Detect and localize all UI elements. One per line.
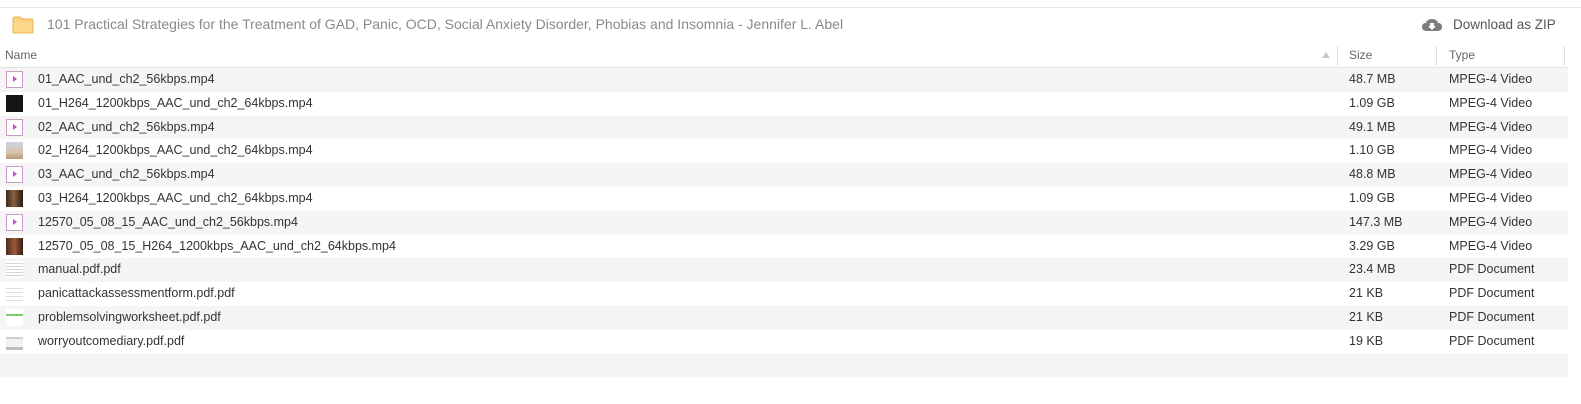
column-resize-handle[interactable] bbox=[1436, 46, 1437, 66]
video-thumbnail-icon bbox=[6, 189, 23, 207]
file-size: 1.09 GB bbox=[1349, 190, 1395, 205]
file-type: PDF Document bbox=[1449, 309, 1535, 324]
column-header-name[interactable]: Name bbox=[5, 44, 37, 67]
file-name[interactable]: worryoutcomediary.pdf.pdf bbox=[38, 330, 184, 354]
file-name[interactable]: 12570_05_08_15_H264_1200kbps_AAC_und_ch2… bbox=[38, 235, 396, 259]
pdf-thumbnail-icon bbox=[6, 308, 23, 326]
video-thumbnail-icon bbox=[6, 237, 23, 255]
empty-row bbox=[0, 354, 1568, 377]
file-size: 1.10 GB bbox=[1349, 143, 1395, 158]
table-row[interactable]: 12570_05_08_15_AAC_und_ch2_56kbps.mp4 14… bbox=[0, 210, 1568, 235]
file-type: PDF Document bbox=[1449, 333, 1535, 348]
file-size: 48.7 MB bbox=[1349, 72, 1396, 86]
column-resize-handle[interactable] bbox=[1564, 46, 1565, 66]
video-thumbnail-icon bbox=[6, 142, 23, 160]
file-size: 19 KB bbox=[1349, 333, 1384, 348]
file-name[interactable]: 02_AAC_und_ch2_56kbps.mp4 bbox=[38, 116, 215, 140]
file-type: MPEG-4 Video bbox=[1449, 214, 1533, 229]
video-file-icon bbox=[6, 118, 23, 136]
table-row[interactable]: panicattackassessmentform.pdf.pdf 21 KB … bbox=[0, 282, 1568, 306]
folder-icon bbox=[12, 16, 34, 34]
file-name[interactable]: problemsolvingworksheet.pdf.pdf bbox=[38, 306, 221, 330]
folder-title: 101 Practical Strategies for the Treatme… bbox=[47, 16, 844, 32]
table-row[interactable]: 01_H264_1200kbps_AAC_und_ch2_64kbps.mp4 … bbox=[0, 92, 1568, 116]
column-resize-handle[interactable] bbox=[1337, 46, 1338, 66]
file-name[interactable]: 12570_05_08_15_AAC_und_ch2_56kbps.mp4 bbox=[38, 211, 298, 235]
column-header-size[interactable]: Size bbox=[1349, 44, 1372, 67]
file-size: 21 KB bbox=[1349, 286, 1384, 301]
file-name[interactable]: 01_AAC_und_ch2_56kbps.mp4 bbox=[38, 68, 215, 92]
table-row[interactable]: manual.pdf.pdf 23.4 MB PDF Document bbox=[0, 258, 1568, 283]
table-row[interactable]: 01_AAC_und_ch2_56kbps.mp4 48.7 MB MPEG-4… bbox=[0, 68, 1568, 92]
file-size: 48.8 MB bbox=[1349, 167, 1396, 182]
sort-ascending-icon[interactable] bbox=[1322, 52, 1330, 58]
file-size: 21 KB bbox=[1349, 309, 1384, 324]
file-size: 49.1 MB bbox=[1349, 119, 1396, 134]
file-type: MPEG-4 Video bbox=[1449, 72, 1533, 86]
column-header-type[interactable]: Type bbox=[1449, 44, 1475, 67]
file-name[interactable]: 03_AAC_und_ch2_56kbps.mp4 bbox=[38, 163, 215, 187]
file-name[interactable]: manual.pdf.pdf bbox=[38, 258, 121, 282]
video-file-icon bbox=[6, 166, 23, 184]
table-row[interactable]: 02_AAC_und_ch2_56kbps.mp4 49.1 MB MPEG-4… bbox=[0, 115, 1568, 140]
table-row[interactable]: 03_AAC_und_ch2_56kbps.mp4 48.8 MB MPEG-4… bbox=[0, 163, 1568, 187]
file-type: PDF Document bbox=[1449, 286, 1535, 301]
download-zip-button[interactable]: Download as ZIP bbox=[1453, 17, 1556, 32]
table-row[interactable]: worryoutcomediary.pdf.pdf 19 KB PDF Docu… bbox=[0, 330, 1568, 354]
pdf-thumbnail-icon bbox=[6, 261, 23, 279]
file-list: 01_AAC_und_ch2_56kbps.mp4 48.7 MB MPEG-4… bbox=[0, 68, 1568, 354]
file-type: MPEG-4 Video bbox=[1449, 143, 1533, 158]
file-type: MPEG-4 Video bbox=[1449, 95, 1533, 110]
file-type: PDF Document bbox=[1449, 262, 1535, 277]
video-thumbnail-icon bbox=[6, 94, 23, 112]
file-type: MPEG-4 Video bbox=[1449, 167, 1533, 182]
table-header: Name Size Type bbox=[0, 44, 1568, 68]
file-name[interactable]: 02_H264_1200kbps_AAC_und_ch2_64kbps.mp4 bbox=[38, 139, 313, 163]
table-row[interactable]: 03_H264_1200kbps_AAC_und_ch2_64kbps.mp4 … bbox=[0, 187, 1568, 211]
video-file-icon bbox=[6, 213, 23, 231]
file-size: 23.4 MB bbox=[1349, 262, 1396, 277]
file-name[interactable]: 03_H264_1200kbps_AAC_und_ch2_64kbps.mp4 bbox=[38, 187, 313, 211]
table-row[interactable]: 02_H264_1200kbps_AAC_und_ch2_64kbps.mp4 … bbox=[0, 139, 1568, 163]
table-row[interactable]: problemsolvingworksheet.pdf.pdf 21 KB PD… bbox=[0, 305, 1568, 330]
folder-header: 101 Practical Strategies for the Treatme… bbox=[0, 8, 1581, 44]
file-size: 1.09 GB bbox=[1349, 95, 1395, 110]
file-type: MPEG-4 Video bbox=[1449, 238, 1533, 253]
file-size: 147.3 MB bbox=[1349, 214, 1403, 229]
file-name[interactable]: 01_H264_1200kbps_AAC_und_ch2_64kbps.mp4 bbox=[38, 92, 313, 116]
file-type: MPEG-4 Video bbox=[1449, 190, 1533, 205]
video-file-icon bbox=[6, 71, 23, 88]
table-row[interactable]: 12570_05_08_15_H264_1200kbps_AAC_und_ch2… bbox=[0, 235, 1568, 259]
file-size: 3.29 GB bbox=[1349, 238, 1395, 253]
file-type: MPEG-4 Video bbox=[1449, 119, 1533, 134]
pdf-thumbnail-icon bbox=[6, 285, 23, 303]
file-name[interactable]: panicattackassessmentform.pdf.pdf bbox=[38, 282, 235, 306]
pdf-thumbnail-icon bbox=[6, 332, 23, 350]
download-icon[interactable] bbox=[1421, 17, 1443, 33]
